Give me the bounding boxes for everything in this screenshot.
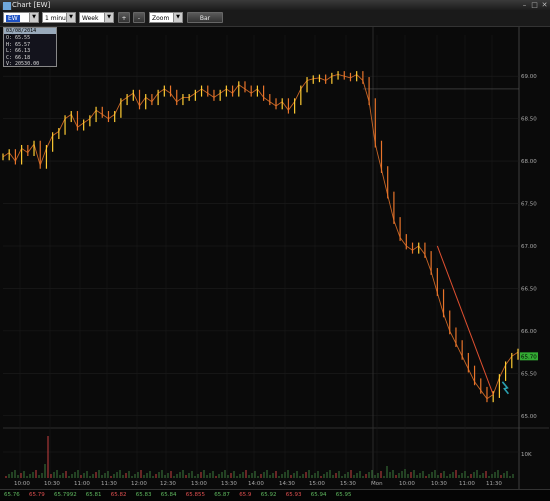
price-axis-label: 66.00: [521, 329, 537, 335]
time-axis-label: 13:00: [191, 481, 207, 487]
cursor-icon: [501, 381, 510, 395]
window-titlebar: Chart [EW] – □ ✕: [0, 0, 550, 11]
ticker-price: 65.9: [239, 492, 252, 498]
window-title: Chart [EW]: [12, 1, 51, 9]
bar-style-button[interactable]: Bar: [187, 12, 223, 23]
interval-select[interactable]: 1 minute ▼: [42, 12, 76, 23]
ticker-price: 65.79: [29, 492, 45, 498]
time-axis-label: 11:30: [486, 481, 502, 487]
ticker-price: 65.83: [135, 492, 152, 498]
time-axis-label: 10:00: [399, 481, 415, 487]
time-axis-label: 15:00: [309, 481, 325, 487]
price-axis-label: 67.50: [521, 202, 537, 208]
zoom-in-button[interactable]: +: [118, 12, 130, 23]
price-axis-label: 67.00: [521, 244, 537, 250]
zoom-out-button[interactable]: -: [133, 12, 145, 23]
time-axis-label: 14:00: [248, 481, 264, 487]
minimize-icon[interactable]: –: [520, 1, 529, 9]
ticker-price: 65.81: [85, 492, 102, 498]
ticker-price: 65.92: [260, 492, 277, 498]
time-axis-label: 11:30: [101, 481, 117, 487]
zoom-select[interactable]: Zoom ▼: [149, 12, 183, 23]
range-value: Week: [82, 15, 99, 22]
price-axis-label: 69.00: [521, 74, 537, 80]
price-axis-label: 66.50: [521, 286, 537, 292]
price-chart[interactable]: 69.00 68.50 68.00 67.50 67.00 66.50 66.00 65.50…: [0, 27, 550, 500]
chevron-down-icon: ▼: [104, 13, 113, 22]
time-axis-label: 14:30: [279, 481, 295, 487]
chart-toolbar: EW ▼ 1 minute ▼ Week ▼ + - Zoom ▼ Bar: [0, 10, 550, 27]
time-axis-label: 12:00: [131, 481, 147, 487]
ticker-price: 65.82: [110, 492, 127, 498]
time-axis: 10:00 10:30 11:00 11:30 12:00 12:30 13:00 13:30…: [14, 481, 502, 487]
current-price-label: 65.70: [521, 354, 537, 360]
time-axis-label: 11:00: [459, 481, 475, 487]
zoom-value: Zoom: [152, 15, 170, 22]
symbol-select[interactable]: EW ▼: [3, 12, 39, 23]
chevron-down-icon: ▼: [173, 13, 182, 22]
price-axis-label: 65.50: [521, 371, 537, 377]
price-axis-label: 65.00: [521, 414, 537, 420]
symbol-value: EW: [6, 15, 20, 22]
price-axis-label: 68.50: [521, 117, 537, 123]
time-axis-label: 13:30: [221, 481, 237, 487]
ticker-price: 65.855: [185, 492, 206, 498]
ticker-price: 65.87: [214, 492, 230, 498]
ticker-price: 65.7992: [54, 492, 77, 498]
ticker-price: 65.93: [285, 492, 302, 498]
time-axis-label: 10:30: [431, 481, 447, 487]
time-axis-label: 10:30: [44, 481, 60, 487]
chevron-down-icon: ▼: [29, 13, 38, 22]
chart-grid: [3, 27, 549, 489]
close-icon[interactable]: ✕: [540, 1, 549, 9]
ticker-price: 65.94: [310, 492, 327, 498]
volume-axis-label: 10K: [521, 452, 532, 458]
time-axis-label: 12:30: [160, 481, 176, 487]
price-axis-label: 68.00: [521, 159, 537, 165]
ohlc-date: 03/08/2014 10:24: [4, 28, 56, 40]
ohlc-volume: V: 20530.00: [6, 61, 40, 67]
maximize-icon[interactable]: □: [530, 1, 539, 9]
price-axis: 69.00 68.50 68.00 67.50 67.00 66.50 66.00 65.50…: [520, 74, 538, 458]
chevron-down-icon: ▼: [66, 13, 75, 22]
range-select[interactable]: Week ▼: [79, 12, 114, 23]
time-axis-label: Mon: [371, 481, 383, 487]
time-axis-label: 15:30: [340, 481, 356, 487]
ticker-price: 65.95: [335, 492, 352, 498]
ohlc-info-box: 03/08/2014 10:24 O: 65.55 H: 65.57 L: 66…: [3, 27, 57, 67]
ticker-price: 65.76: [4, 492, 20, 498]
time-axis-label: 10:00: [14, 481, 30, 487]
price-ticker-bar: 65.76 65.79 65.7992 65.81 65.82 65.83 65.84 65.…: [0, 489, 550, 501]
time-axis-label: 11:00: [74, 481, 90, 487]
ticker-price: 65.84: [160, 492, 177, 498]
